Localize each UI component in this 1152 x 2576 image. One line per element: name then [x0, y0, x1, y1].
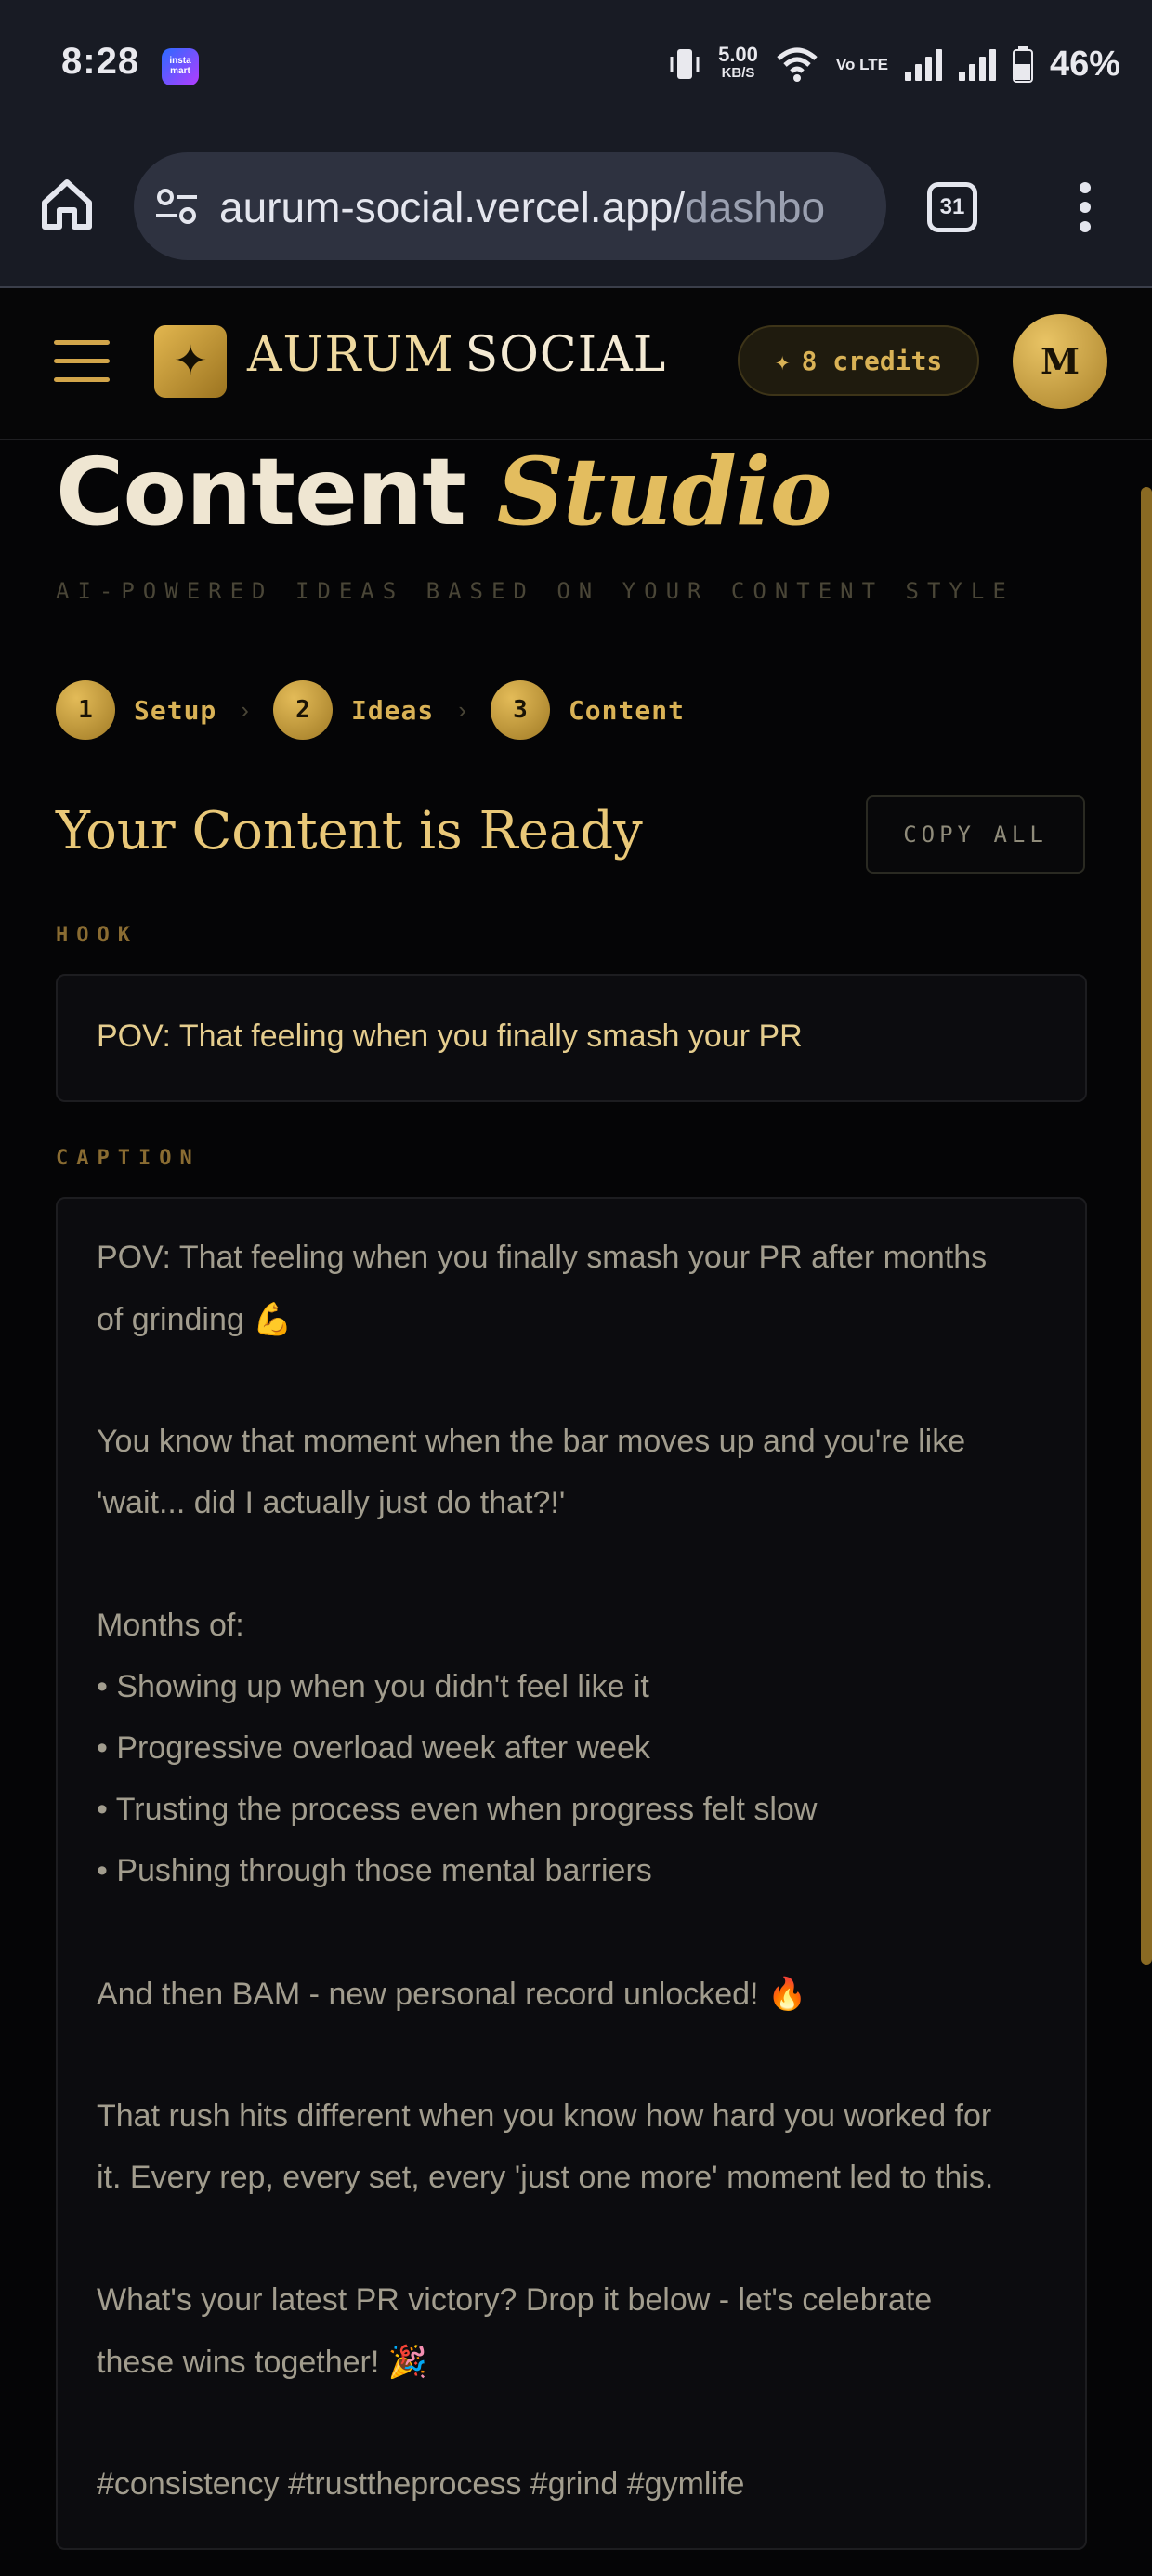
hook-label: HOOK	[56, 924, 138, 947]
copy-all-button[interactable]: COPY ALL	[866, 795, 1085, 874]
signal-icon-1	[904, 47, 942, 81]
instamart-app-icon: insta mart	[162, 48, 199, 85]
step-content[interactable]: 3 Content	[490, 680, 685, 740]
step-number: 3	[490, 680, 550, 740]
url-path: dashbo	[685, 183, 826, 231]
credits-label: 8 credits	[801, 345, 943, 376]
tab-switcher-button[interactable]: 31	[927, 182, 977, 232]
page-title-plain: Content	[56, 438, 466, 546]
result-title: Your Content is Ready	[56, 801, 643, 861]
sparkle-logo-icon: ✦	[154, 325, 227, 398]
status-icons: 5.00 KB/S Vo LTE 46%	[668, 39, 1120, 89]
brand-first: AURUM	[247, 327, 454, 383]
caption-line: of grinding 💪	[97, 1302, 293, 1337]
brand-second: SOCIAL	[465, 327, 667, 383]
net-speed-unit: KB/S	[721, 65, 755, 81]
caption-line: 'wait... did I actually just do that?!'	[97, 1485, 566, 1520]
page-title-accent: Studio	[496, 437, 832, 546]
battery-percentage: 46%	[1049, 44, 1120, 84]
caption-label: CAPTION	[56, 1147, 201, 1170]
caption-line: • Progressive overload week after week	[97, 1730, 650, 1766]
caption-line: it. Every rep, every set, every 'just on…	[97, 2160, 994, 2195]
url-text[interactable]: aurum-social.vercel.app/dashbo	[219, 182, 864, 232]
step-number: 2	[272, 680, 333, 740]
avatar[interactable]: M	[1013, 314, 1107, 409]
caption-line: What's your latest PR victory? Drop it b…	[97, 2282, 933, 2318]
vibrate-icon	[670, 49, 700, 79]
site-settings-icon[interactable]	[152, 182, 201, 230]
menu-icon[interactable]	[54, 340, 110, 385]
credits-badge[interactable]: ✦ 8 credits	[738, 325, 979, 396]
scrollbar[interactable]	[1141, 487, 1152, 1965]
caption-line: That rush hits different when you know h…	[97, 2098, 992, 2134]
hook-text: POV: That feeling when you finally smash…	[97, 1019, 803, 1054]
battery-icon	[1012, 46, 1033, 83]
caption-line: • Pushing through those mental barriers	[97, 1853, 652, 1888]
more-options-icon[interactable]	[1078, 182, 1093, 232]
caption-line: POV: That feeling when you finally smash…	[97, 1240, 988, 1275]
caption-line: • Trusting the process even when progres…	[97, 1792, 818, 1827]
step-label: Setup	[134, 694, 217, 726]
status-time: 8:28	[61, 41, 140, 82]
chevron-right-icon: ›	[241, 695, 249, 724]
brand-name[interactable]: AURUM SOCIAL	[247, 327, 666, 383]
step-label: Ideas	[350, 694, 435, 726]
net-speed-value: 5.00	[718, 43, 758, 66]
progress-steps: 1 Setup › 2 Ideas › 3 Content	[56, 680, 685, 740]
caption-line: these wins together! 🎉	[97, 2345, 428, 2380]
chevron-right-icon: ›	[458, 695, 466, 724]
net-speed: 5.00 KB/S	[718, 43, 758, 83]
caption-line: And then BAM - new personal record unloc…	[97, 1977, 807, 2012]
wifi-icon	[777, 47, 818, 82]
page-subtitle: AI-POWERED IDEAS BASED ON YOUR CONTENT S…	[56, 578, 1015, 604]
step-number: 1	[56, 680, 115, 740]
page-title: Content Studio	[56, 437, 831, 546]
home-icon[interactable]	[37, 175, 97, 234]
volte-indicator: Vo LTE	[835, 55, 888, 73]
step-label: Content	[568, 694, 685, 726]
step-setup[interactable]: 1 Setup	[56, 680, 216, 740]
caption-hashtags: #consistency #trusttheprocess #grind #gy…	[97, 2466, 745, 2502]
sparkle-icon: ✦	[774, 345, 791, 376]
caption-line: Months of:	[97, 1608, 244, 1643]
url-domain: aurum-social.vercel.app/	[219, 183, 686, 231]
step-ideas[interactable]: 2 Ideas	[272, 680, 435, 740]
signal-icon-2	[958, 47, 996, 81]
caption-line: You know that moment when the bar moves …	[97, 1424, 966, 1459]
caption-line: • Showing up when you didn't feel like i…	[97, 1669, 649, 1704]
